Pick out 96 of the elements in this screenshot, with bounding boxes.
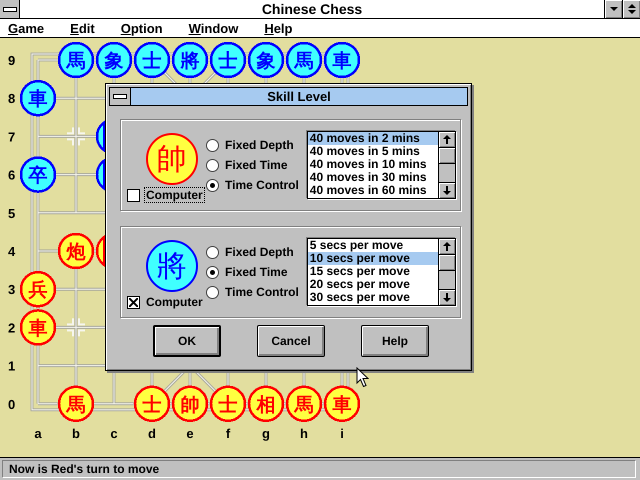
chess-piece[interactable]: 車 [20,80,56,116]
chess-piece[interactable]: 馬 [58,42,94,78]
rank-label: 5 [8,206,16,221]
radio-option[interactable]: Time Control [206,178,307,192]
menu-item[interactable]: Game [8,20,44,36]
minimize-button[interactable] [604,0,622,18]
scroll-thumb[interactable] [439,255,455,271]
chess-piece[interactable]: 馬 [286,42,322,78]
radio-option[interactable]: Fixed Depth [206,245,307,259]
list-box[interactable]: 5 secs per move 10 secs per move 15 secs per move 20 secs per move 30 secs per move [306,238,456,306]
list-item[interactable]: 20 secs per move [308,278,438,291]
chess-piece[interactable] [96,160,106,190]
checkbox[interactable] [127,296,140,308]
chess-piece[interactable]: 象 [248,42,284,78]
checkbox-label[interactable]: Computer [144,187,205,203]
file-label: i [340,426,344,441]
radio-option[interactable]: Fixed Depth [206,138,307,152]
list-item[interactable]: 15 secs per move [308,265,438,278]
list-item[interactable]: 40 moves in 2 mins [308,132,438,145]
list-item[interactable]: 40 moves in 5 mins [308,145,438,158]
chess-piece[interactable]: 士 [210,386,246,422]
file-label: d [148,426,156,441]
list-item[interactable]: 40 moves in 60 mins [308,184,438,197]
radio-button[interactable] [206,158,220,172]
scroll-thumb[interactable] [439,148,455,164]
chess-piece[interactable]: 帥 [172,386,208,422]
chess-piece: 帥 [146,133,198,185]
rank-label: 0 [8,396,16,412]
rank-label: 6 [8,168,16,183]
chess-piece[interactable]: 士 [210,42,246,78]
radio-button[interactable] [206,178,220,192]
chess-piece[interactable] [96,236,106,266]
window-title: Chinese Chess [260,0,364,18]
rank-label: 7 [8,129,16,144]
list-item[interactable]: 5 secs per move [308,239,438,252]
chess-piece[interactable]: 相 [248,386,284,422]
dialog-button[interactable]: OK [153,325,221,357]
list-item[interactable]: 30 secs per move [308,291,438,304]
checkbox[interactable] [127,188,140,202]
rank-label: 9 [8,53,16,68]
radio-option[interactable]: Fixed Time [206,158,307,172]
list-item[interactable]: 10 secs per move [308,252,438,265]
scrollbar[interactable] [438,132,455,198]
radio-button[interactable] [206,286,220,298]
chess-piece[interactable]: 士 [134,386,170,422]
radio-button[interactable] [206,266,220,278]
checkbox-label[interactable]: Computer [144,294,205,310]
rank-label: 2 [8,320,16,336]
chess-piece[interactable]: 士 [134,42,170,78]
up-down-caret-icon [626,2,636,16]
system-menu-button[interactable] [110,88,131,105]
chess-piece[interactable]: 卒 [20,156,56,193]
menu-item[interactable]: Window [188,20,238,36]
chess-piece[interactable] [96,121,106,152]
menu-item[interactable]: Option [120,20,163,36]
chess-piece[interactable]: 象 [96,42,132,78]
radio-button[interactable] [206,138,220,152]
dialog-button[interactable]: Help [361,325,429,357]
dialog-title: Skill Level [131,88,467,105]
arrow-down-icon[interactable] [443,293,451,302]
list-item[interactable]: 40 moves in 30 mins [308,171,438,184]
system-menu-button[interactable] [0,0,20,18]
menu-item[interactable]: Edit [70,20,95,36]
rank-label: 1 [8,358,16,374]
menu-item[interactable]: Help [264,20,292,36]
file-label: c [110,426,118,441]
file-label: f [226,426,230,441]
maximize-button[interactable] [622,0,640,18]
rank-label: 3 [8,282,16,298]
chess-piece[interactable]: 車 [20,309,56,346]
file-label: g [262,426,270,441]
arrow-down-icon[interactable] [443,186,451,195]
caret-down-icon [608,5,618,13]
file-label: h [300,426,308,441]
radio-button[interactable] [206,246,220,258]
file-label: a [34,426,42,441]
rank-label: 4 [8,244,16,259]
file-label: e [186,426,194,441]
file-label: b [72,426,80,441]
arrow-up-icon[interactable] [443,135,451,144]
chess-piece[interactable]: 將 [172,42,208,78]
dialog-button[interactable]: Cancel [257,325,325,357]
scrollbar[interactable] [438,239,455,305]
chess-piece[interactable]: 馬 [58,386,94,422]
rank-label: 8 [8,91,16,106]
radio-option[interactable]: Fixed Time [206,265,307,279]
status-text: Now is Red's turn to move [2,460,636,478]
chess-piece[interactable]: 馬 [286,386,322,422]
list-box[interactable]: 40 moves in 2 mins 40 moves in 5 mins 40 moves in 10 mins 40 moves in 30 mins 40 moves in 60 mins [306,131,456,199]
arrow-up-icon[interactable] [443,242,451,251]
list-item[interactable]: 40 moves in 10 mins [308,158,438,171]
chess-piece[interactable]: 兵 [20,270,56,308]
chess-piece[interactable]: 車 [324,386,360,422]
chess-piece[interactable]: 車 [324,42,360,78]
radio-option[interactable]: Time Control [206,285,307,299]
chess-piece: 將 [146,240,198,292]
